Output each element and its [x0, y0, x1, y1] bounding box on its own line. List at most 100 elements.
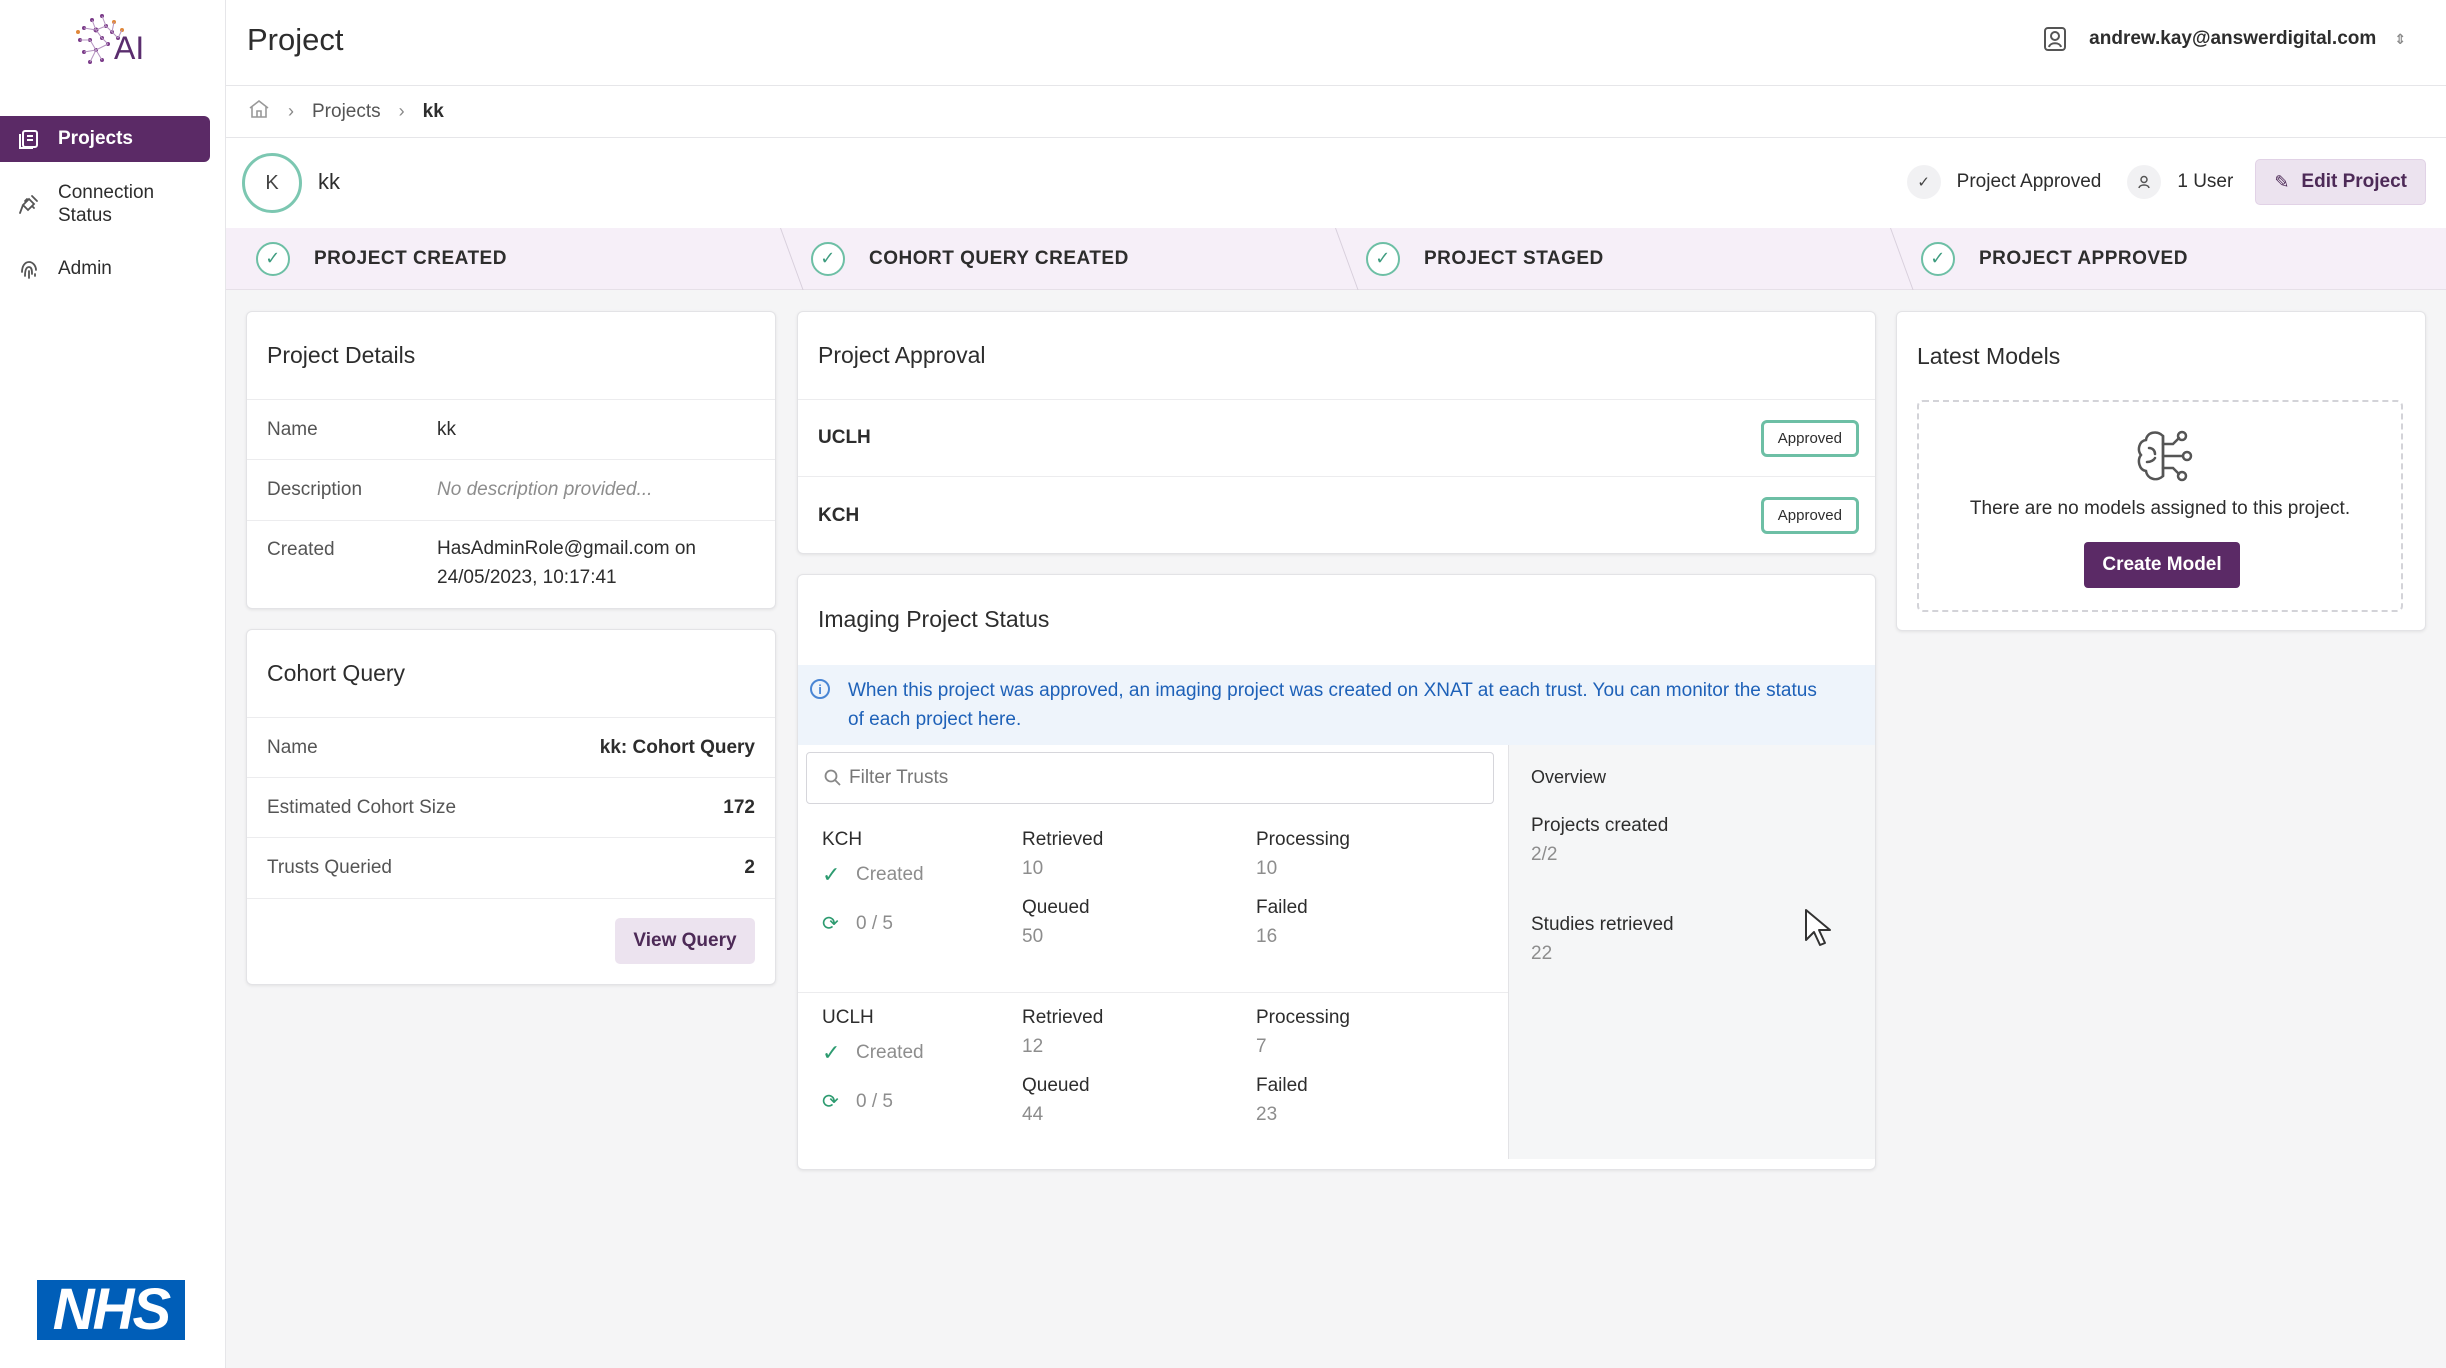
card-title: Project Approval — [798, 312, 1875, 400]
trust-sync-progress: ⟳ 0 / 5 — [822, 1090, 893, 1114]
app-logo[interactable]: AI — [72, 12, 152, 76]
latest-models-card: Latest Models There are no models assign… — [1896, 311, 2426, 631]
failed-label: Failed — [1256, 1075, 1308, 1096]
breadcrumb: › Projects › kk — [226, 86, 2446, 138]
check-circle-icon: ✓ — [1921, 241, 1955, 276]
processing-label: Processing — [1256, 1007, 1350, 1028]
trust-item-kch: KCH ✓ Created ⟳ 0 / 5 Retrieved 10 Process… — [798, 815, 1508, 993]
home-icon[interactable] — [248, 99, 270, 125]
step-project-staged: ✓ PROJECT STAGED — [1336, 228, 1891, 289]
search-icon — [823, 768, 843, 788]
detail-row-created: Created HasAdminRole@gmail.com on 24/05/… — [267, 538, 696, 588]
card-title: Cohort Query — [247, 630, 775, 718]
trust-created-status: ✓ Created — [822, 1040, 924, 1065]
processing-value: 10 — [1256, 858, 1278, 879]
project-header: K kk ✓ Project Approved 1 User ✎ Edit Pr… — [226, 138, 2446, 228]
queued-value: 44 — [1022, 1104, 1044, 1125]
trust-name: UCLH — [822, 1007, 874, 1028]
retrieved-value: 12 — [1022, 1036, 1044, 1057]
project-status: Project Approved — [1956, 171, 2102, 192]
processing-value: 7 — [1256, 1036, 1267, 1057]
pencil-icon: ✎ — [2274, 171, 2290, 192]
trust-created-status: ✓ Created — [822, 862, 924, 887]
fingerprint-icon — [18, 258, 40, 280]
document-list-icon — [18, 128, 40, 150]
failed-label: Failed — [1256, 897, 1308, 918]
sidebar-item-admin[interactable]: Admin — [0, 246, 210, 292]
trust-item-uclh: UCLH ✓ Created ⟳ 0 / 5 Retrieved 12 Proces… — [798, 993, 1508, 1169]
project-details-card: Project Details Name kk Description No d… — [246, 311, 776, 609]
approved-badge: Approved — [1760, 497, 1859, 534]
card-title: Latest Models — [1917, 342, 2061, 369]
trust-sync-progress: ⟳ 0 / 5 — [822, 912, 893, 936]
project-avatar: K — [242, 153, 302, 213]
step-cohort-query-created: ✓ COHORT QUERY CREATED — [781, 228, 1336, 289]
user-icon — [2127, 165, 2162, 199]
sidebar: AI Projects Connection Status Admin NHS — [0, 0, 226, 1368]
cohort-row-name: Name kk: Cohort Query — [247, 718, 775, 778]
step-project-approved: ✓ PROJECT APPROVED — [1891, 228, 2446, 289]
sync-icon: ⟳ — [822, 1091, 839, 1113]
projects-created-value: 2/2 — [1531, 844, 1558, 865]
project-approval-card: Project Approval UCLH Approved KCH Appro… — [797, 311, 1876, 554]
processing-label: Processing — [1256, 829, 1350, 850]
edit-project-button[interactable]: ✎ Edit Project — [2255, 159, 2426, 205]
card-title: Project Details — [247, 312, 775, 400]
check-icon: ✓ — [822, 1040, 841, 1065]
retrieved-label: Retrieved — [1022, 1007, 1104, 1028]
user-count[interactable]: 1 User — [2177, 171, 2233, 193]
approval-row-uclh: UCLH Approved — [798, 400, 1875, 477]
chevron-right-icon: › — [398, 101, 405, 121]
check-circle-icon: ✓ — [256, 241, 290, 276]
view-query-button[interactable]: View Query — [615, 918, 755, 964]
overview-title: Overview — [1531, 767, 1607, 787]
info-icon: i — [810, 679, 830, 699]
overview-panel: Overview Projects created 2/2 Studies re… — [1508, 745, 1875, 1159]
user-badge-icon — [2043, 26, 2067, 52]
chevron-up-down-icon: ⇕ — [2394, 30, 2406, 47]
mouse-cursor-icon — [1805, 909, 1831, 946]
brain-circuit-icon — [2135, 428, 2193, 484]
chevron-right-icon: › — [288, 101, 294, 121]
logo-text: AI — [114, 30, 145, 66]
approval-row-kch: KCH Approved — [798, 477, 1875, 554]
sidebar-item-label: Admin — [58, 258, 112, 279]
sidebar-item-projects[interactable]: Projects — [0, 116, 210, 162]
check-icon: ✓ — [1906, 165, 1941, 199]
user-email: andrew.kay@answerdigital.com — [2089, 28, 2377, 49]
filter-trusts-input[interactable]: Filter Trusts — [806, 752, 1494, 804]
check-icon: ✓ — [822, 862, 841, 887]
check-circle-icon: ✓ — [811, 241, 845, 276]
user-menu[interactable]: andrew.kay@answerdigital.com ⇕ — [2043, 26, 2406, 52]
cohort-row-trusts: Trusts Queried 2 — [247, 838, 775, 899]
empty-models-text: There are no models assigned to this pro… — [1969, 498, 2351, 519]
breadcrumb-projects-link[interactable]: Projects — [312, 101, 381, 123]
failed-value: 16 — [1256, 926, 1278, 947]
queued-value: 50 — [1022, 926, 1044, 947]
imaging-status-card: Imaging Project Status i When this proje… — [797, 574, 1876, 1170]
projects-created-label: Projects created — [1531, 815, 1669, 836]
project-name: kk — [318, 169, 340, 194]
detail-row-name: Name kk — [247, 400, 775, 460]
sidebar-item-label: Projects — [58, 128, 133, 149]
nhs-logo: NHS — [37, 1280, 185, 1340]
info-banner: i When this project was approved, an ima… — [798, 665, 1875, 745]
step-project-created: ✓ PROJECT CREATED — [226, 228, 781, 289]
studies-retrieved-value: 22 — [1531, 943, 1553, 964]
studies-retrieved-label: Studies retrieved — [1531, 914, 1674, 935]
queued-label: Queued — [1022, 897, 1090, 918]
create-model-button[interactable]: Create Model — [2084, 542, 2240, 588]
sync-icon: ⟳ — [822, 913, 839, 935]
page-title: Project — [247, 22, 344, 57]
models-empty-state: There are no models assigned to this pro… — [1917, 400, 2403, 612]
retrieved-value: 10 — [1022, 858, 1044, 879]
cohort-query-card: Cohort Query Name kk: Cohort Query Estim… — [246, 629, 776, 985]
sidebar-item-connection-status[interactable]: Connection Status — [0, 174, 210, 234]
top-bar: Project andrew.kay@answerdigital.com ⇕ — [226, 0, 2446, 86]
trust-name: KCH — [822, 829, 863, 850]
sidebar-item-label: Connection Status — [58, 182, 155, 226]
progress-steps: ✓ PROJECT CREATED ✓ COHORT QUERY CREATED… — [226, 228, 2446, 290]
retrieved-label: Retrieved — [1022, 829, 1104, 850]
breadcrumb-current: kk — [422, 100, 444, 122]
failed-value: 23 — [1256, 1104, 1278, 1125]
